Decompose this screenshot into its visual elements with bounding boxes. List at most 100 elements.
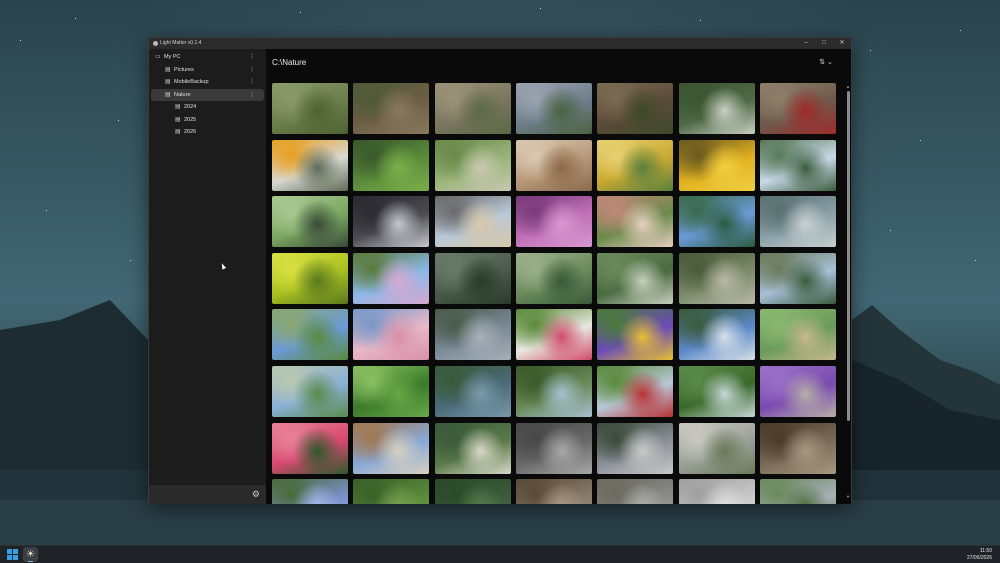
photo-thumbnail-duck[interactable] [353, 422, 430, 474]
photo-thumbnail-grass-flowers[interactable] [515, 83, 592, 134]
photo-thumbnail-lake-park[interactable] [272, 366, 348, 417]
photo-thumbnail-brambles[interactable] [597, 83, 674, 134]
photo-thumbnail-dried-plant[interactable] [515, 139, 592, 191]
photo-thumbnail-snowdrops[interactable] [678, 83, 755, 134]
photo-thumbnail-yellow-fruit[interactable] [272, 252, 348, 304]
sort-icon: ⇅ [819, 59, 826, 66]
gear-icon[interactable]: ⚙ [252, 488, 260, 500]
folder-icon: ▤ [165, 91, 171, 98]
app-window: Light Matter v0.1.4 – □ ✕ ▭ My PC ⋮ ▤ Pictur… [148, 37, 852, 504]
photo-thumbnail-forest-path[interactable] [353, 83, 430, 134]
photo-thumbnail-hedge-green[interactable] [434, 479, 511, 504]
photo-thumbnail-cactus[interactable] [434, 139, 511, 191]
sidebar-item-nature[interactable]: ▤ Nature ⋮ [151, 88, 264, 101]
folder-icon: ▤ [175, 116, 181, 123]
photo-thumbnail-overcast-field[interactable] [597, 422, 674, 474]
photo-thumbnail-tree-line[interactable] [759, 479, 836, 504]
photo-thumbnail-ornamental-grass[interactable] [434, 422, 511, 474]
photo-thumbnail-weir-water[interactable] [434, 366, 511, 417]
chevron-down-icon: ⌄ [827, 59, 833, 66]
sort-button[interactable]: ⇅ ⌄ [819, 58, 833, 66]
more-options-icon[interactable]: ⋮ [249, 64, 255, 76]
sidebar-item-2025[interactable]: ▤ 2025 [151, 114, 264, 126]
sidebar-item-label: MobileBackup [174, 79, 209, 85]
photo-thumbnail-hazy-meadow[interactable] [678, 422, 755, 474]
photo-thumbnail-monkey-puzzle[interactable] [434, 252, 511, 304]
photo-thumbnail-stream-ducks[interactable] [678, 366, 755, 417]
title-bar[interactable]: Light Matter v0.1.4 – □ ✕ [149, 38, 851, 49]
sidebar-item-my pc[interactable]: ▭ My PC ⋮ [151, 51, 264, 63]
photo-thumbnail-yellow-rose[interactable] [678, 139, 755, 191]
folder-tree-sidebar: ▭ My PC ⋮ ▤ Pictures ⋮ ▤ MobileBackup ⋮ ▤ Nature ⋮ ▤… [149, 49, 266, 504]
photo-thumbnail-pink-magnolia[interactable] [515, 196, 592, 248]
more-options-icon[interactable]: ⋮ [249, 51, 255, 63]
photo-thumbnail-blossom-tree[interactable] [597, 196, 674, 248]
folder-icon: ▤ [175, 129, 181, 135]
taskbar: ☀ 11:50 27/06/2026 [0, 545, 1000, 563]
app-logo-icon [153, 41, 158, 46]
folder-icon: ▤ [165, 79, 171, 85]
photo-thumbnail-fountain[interactable] [434, 309, 511, 361]
photo-thumbnail-tulips-purple[interactable] [597, 309, 674, 361]
close-button[interactable]: ✕ [833, 38, 851, 49]
scroll-up-arrow[interactable]: ▲ [846, 85, 850, 89]
photo-thumbnail-white-flower[interactable] [272, 139, 348, 191]
sidebar-item-label: Pictures [174, 66, 194, 73]
sidebar-footer: ⚙ [149, 485, 266, 504]
monitor-icon: ▭ [155, 54, 161, 60]
photo-thumbnail-pine-sky[interactable] [759, 252, 836, 304]
system-clock[interactable]: 11:50 27/06/2026 [967, 548, 992, 562]
sidebar-item-label: 2026 [184, 129, 197, 135]
photo-thumbnail-tulips-white[interactable] [515, 309, 592, 361]
photo-thumbnail-conifers[interactable] [759, 139, 836, 191]
photo-thumbnail-palm-leaves[interactable] [515, 252, 592, 304]
more-options-icon[interactable]: ⋮ [249, 76, 255, 88]
sidebar-item-pictures[interactable]: ▤ Pictures ⋮ [151, 64, 264, 76]
photo-thumbnail-spruce[interactable] [678, 196, 755, 248]
maximize-button[interactable]: □ [815, 38, 833, 49]
photo-thumbnail-fuzzy-bud[interactable] [759, 196, 836, 248]
photo-thumbnail-succulent[interactable] [353, 139, 430, 191]
photo-thumbnail-camellia[interactable] [272, 422, 348, 474]
photo-thumbnail-magnolia-tree[interactable] [353, 252, 430, 304]
windows-start-icon[interactable] [7, 549, 18, 560]
sidebar-item-2024[interactable]: ▤ 2024 [151, 101, 264, 113]
photo-thumbnail-pond-lawn[interactable] [272, 196, 348, 248]
folder-icon: ▤ [175, 104, 181, 110]
photo-thumbnail-red-tree[interactable] [597, 366, 674, 417]
photo-thumbnail-green-hedge[interactable] [353, 366, 430, 417]
photo-thumbnail-bare-trees[interactable] [434, 83, 511, 134]
photo-thumbnail-cherry-blossom[interactable] [353, 309, 430, 361]
more-options-icon[interactable]: ⋮ [249, 89, 255, 101]
sidebar-item-mobilebackup[interactable]: ▤ MobileBackup ⋮ [151, 76, 264, 88]
photo-thumbnail-snowdrop-bed[interactable] [597, 252, 674, 304]
light-matter-taskbar-icon[interactable]: ☀ [23, 547, 38, 562]
sidebar-item-label: 2025 [184, 116, 197, 123]
sidebar-item-label: Nature [174, 91, 191, 98]
page-title: C:\Nature [272, 58, 307, 67]
photo-thumbnail-pond-reeds[interactable] [515, 366, 592, 417]
scroll-down-arrow[interactable]: ▼ [846, 495, 850, 499]
photo-thumbnail-green-field[interactable] [272, 83, 348, 134]
main-panel: C:\Nature ⇅ ⌄ ▲ ▼ [266, 49, 851, 504]
scrollbar-thumb[interactable] [847, 91, 850, 421]
photo-thumbnail-pampas-grass[interactable] [434, 196, 511, 248]
sidebar-item-2026[interactable]: ▤ 2026 [151, 126, 264, 138]
photo-thumbnail-grey-clouds[interactable] [515, 422, 592, 474]
photo-thumbnail-grey-field[interactable] [597, 479, 674, 504]
photo-thumbnail-meadow-path[interactable] [759, 309, 836, 361]
photo-thumbnail-sun-water[interactable] [353, 196, 430, 248]
photo-thumbnail-yellow-leaves[interactable] [597, 139, 674, 191]
photo-thumbnail-park-trees[interactable] [272, 309, 348, 361]
photo-thumbnail-clouds-river[interactable] [678, 309, 755, 361]
photo-thumbnail-allium[interactable] [759, 366, 836, 417]
photo-thumbnail-shrubs[interactable] [353, 479, 430, 504]
photo-thumbnail-archway-trees[interactable] [678, 252, 755, 304]
photo-thumbnail-white-sky[interactable] [678, 479, 755, 504]
photo-thumbnail-red-berries[interactable] [759, 83, 836, 134]
photo-thumbnail-bug-hotel[interactable] [759, 422, 836, 474]
clock-date: 27/06/2026 [966, 555, 992, 561]
minimize-button[interactable]: – [797, 38, 815, 49]
photo-thumbnail-blue-flowers[interactable] [272, 479, 348, 504]
photo-thumbnail-dusk-trees[interactable] [515, 479, 592, 504]
